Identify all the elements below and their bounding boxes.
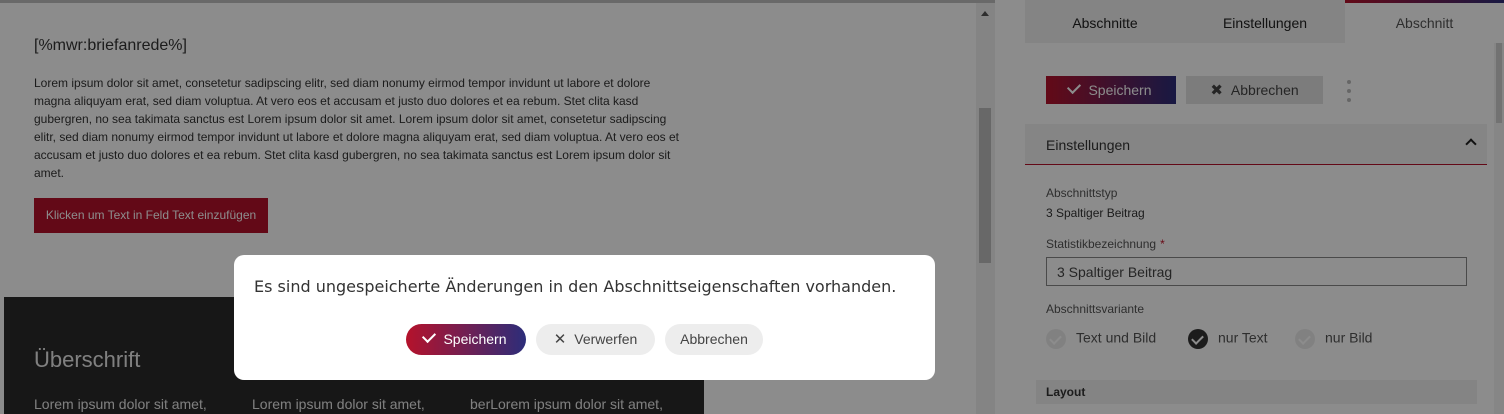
- dialog-discard-label: Verwerfen: [574, 331, 638, 347]
- dialog-cancel-button[interactable]: Abbrechen: [665, 324, 763, 355]
- check-icon: [422, 328, 437, 344]
- unsaved-changes-dialog: Es sind ungespeicherte Änderungen in den…: [234, 255, 935, 380]
- close-icon: ✕: [553, 331, 567, 348]
- dialog-save-button[interactable]: Speichern: [406, 324, 526, 355]
- dialog-message: Es sind ungespeicherte Änderungen in den…: [254, 277, 897, 296]
- dialog-save-label: Speichern: [443, 331, 507, 347]
- dialog-discard-button[interactable]: ✕ Verwerfen: [536, 324, 655, 355]
